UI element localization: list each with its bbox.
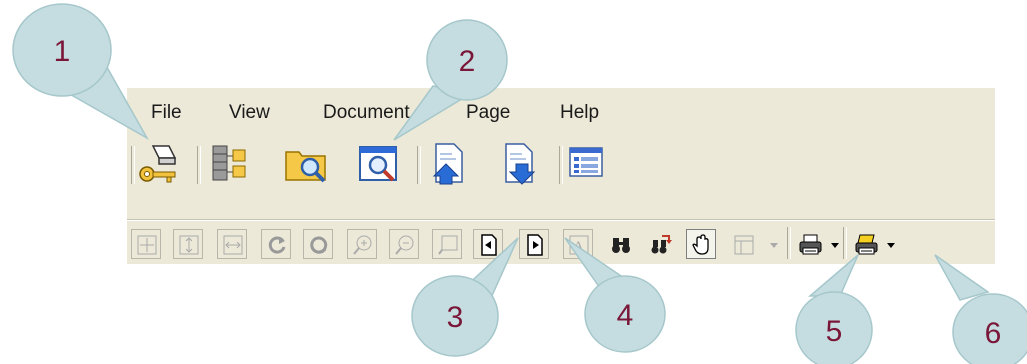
callout-1: 1 (12, 3, 149, 140)
callout-3: 3 (411, 237, 519, 357)
callout-3-number: 3 (447, 301, 464, 334)
callout-6: 6 (934, 254, 1027, 364)
callout-layer: 1 2 3 4 5 6 (12, 3, 1027, 364)
callout-5-number: 5 (826, 315, 843, 348)
callout-4: 4 (564, 237, 666, 353)
callout-2: 2 (393, 19, 508, 141)
callout-2-number: 2 (459, 45, 476, 78)
callout-1-number: 1 (54, 35, 71, 68)
callout-6-number: 6 (985, 317, 1002, 350)
callout-4-number: 4 (617, 299, 634, 332)
callout-5: 5 (795, 254, 873, 364)
